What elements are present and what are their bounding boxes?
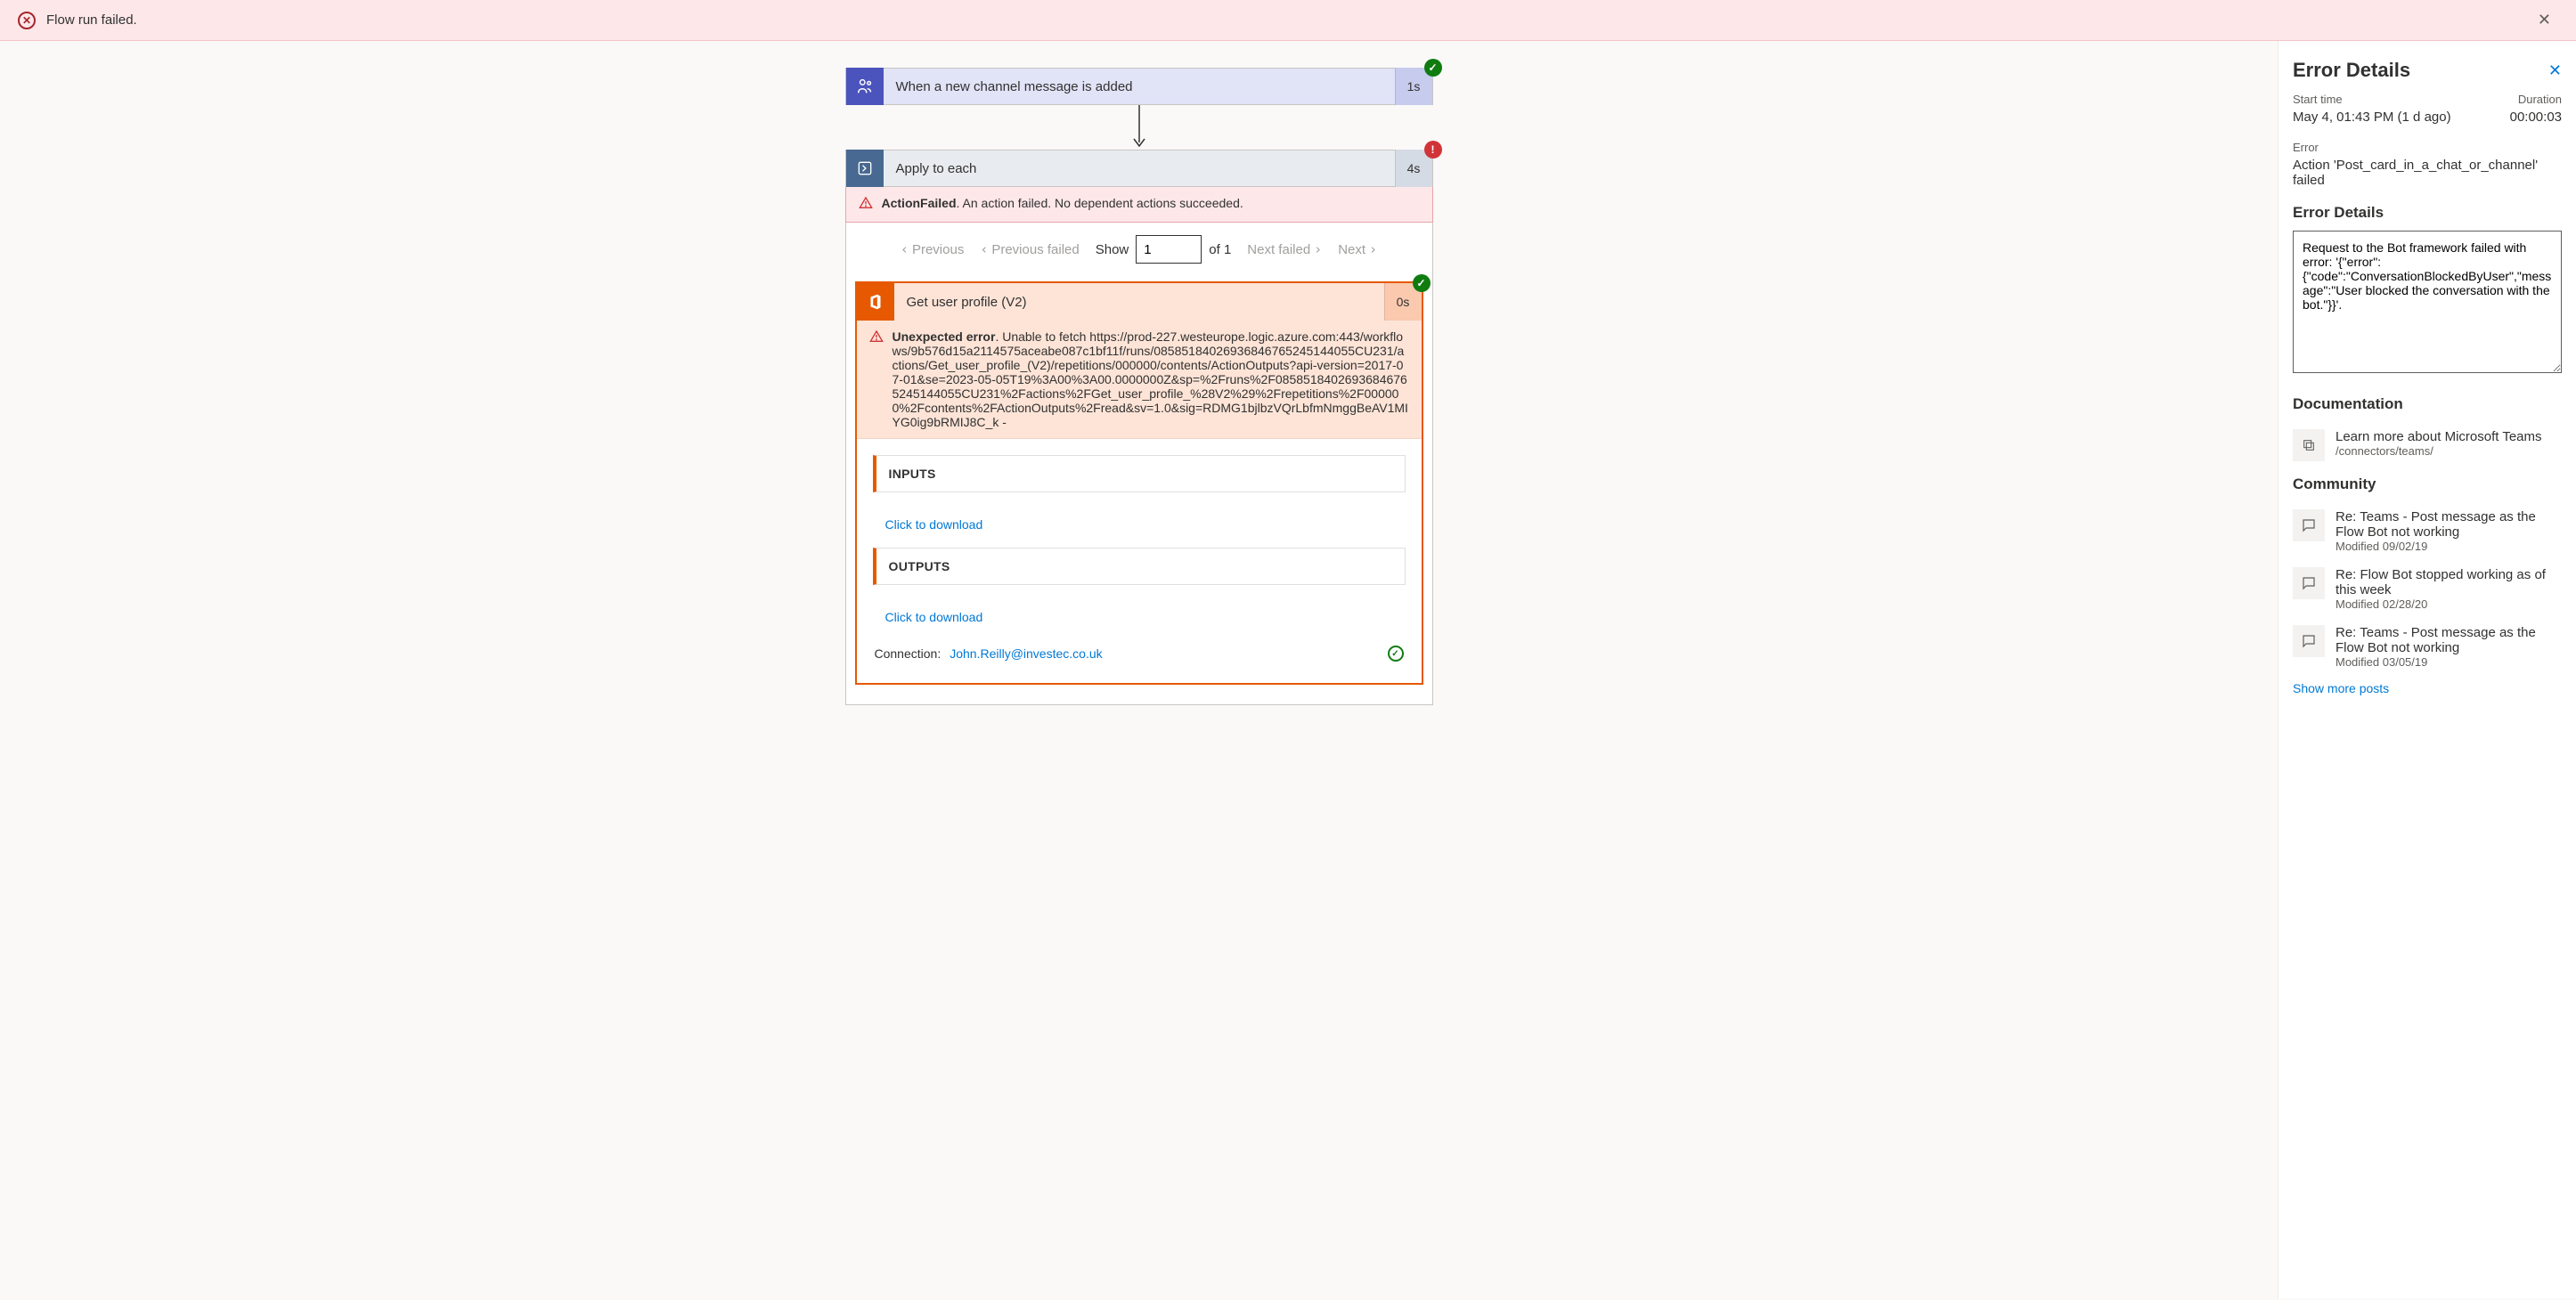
show-label: Show <box>1096 242 1129 257</box>
community-title: Re: Teams - Post message as the Flow Bot… <box>2336 509 2562 540</box>
start-time-value: May 4, 01:43 PM (1 d ago) <box>2293 110 2451 125</box>
trigger-node[interactable]: When a new channel message is added 1s ✓ <box>845 68 1433 105</box>
banner-text: Flow run failed. <box>46 12 2520 28</box>
warning-icon <box>869 329 884 346</box>
connection-link[interactable]: John.Reilly@investec.co.uk <box>950 646 1102 661</box>
connection-label: Connection: <box>875 646 942 661</box>
apply-title: Apply to each <box>884 150 1395 186</box>
duration-label: Duration <box>2518 93 2562 106</box>
previous-button[interactable]: ‹ Previous <box>901 241 964 257</box>
doc-item-sub: /connectors/teams/ <box>2336 444 2542 458</box>
success-badge-icon: ✓ <box>1424 59 1442 77</box>
inner-action-card[interactable]: ✓ Get user profile (V2) 0s <box>855 281 1423 685</box>
flow-canvas: When a new channel message is added 1s ✓ <box>0 41 2278 1298</box>
office-icon <box>857 283 894 321</box>
page-total: of 1 <box>1209 242 1231 257</box>
checkmark-icon: ✓ <box>1388 646 1404 662</box>
documentation-link[interactable]: Learn more about Microsoft Teams /connec… <box>2293 422 2562 468</box>
documentation-heading: Documentation <box>2293 395 2562 413</box>
error-details-panel: Error Details ✕ Start time Duration May … <box>2278 41 2576 1298</box>
panel-title: Error Details <box>2293 59 2410 82</box>
doc-item-title: Learn more about Microsoft Teams <box>2336 429 2542 444</box>
chat-icon <box>2293 567 2325 599</box>
community-post[interactable]: Re: Flow Bot stopped working as of this … <box>2293 560 2562 618</box>
community-heading: Community <box>2293 475 2562 493</box>
warning-icon <box>859 196 873 213</box>
apply-to-each-node[interactable]: Apply to each 4s ! ActionFailed. An acti… <box>845 150 1433 705</box>
inner-action-title: Get user profile (V2) <box>894 283 1384 321</box>
community-sub: Modified 02/28/20 <box>2336 597 2562 611</box>
inputs-box: INPUTS <box>873 455 1406 492</box>
error-banner: ✕ Flow run failed. ✕ <box>0 0 2576 41</box>
error-details-textarea[interactable] <box>2293 231 2562 373</box>
show-more-link[interactable]: Show more posts <box>2293 676 2389 695</box>
error-details-heading: Error Details <box>2293 204 2562 222</box>
action-failed-strip: ActionFailed. An action failed. No depen… <box>845 187 1433 223</box>
connection-row: Connection: John.Reilly@investec.co.uk ✓ <box>873 640 1406 667</box>
error-badge-icon: ! <box>1424 141 1442 158</box>
outputs-box: OUTPUTS <box>873 548 1406 585</box>
error-label: Error <box>2293 141 2562 154</box>
community-title: Re: Flow Bot stopped working as of this … <box>2336 567 2562 597</box>
success-badge-icon: ✓ <box>1413 274 1431 292</box>
outputs-download-link[interactable]: Click to download <box>873 601 1406 624</box>
community-post[interactable]: Re: Teams - Post message as the Flow Bot… <box>2293 502 2562 560</box>
next-failed-button[interactable]: Next failed › <box>1247 241 1322 257</box>
action-failed-text: ActionFailed. An action failed. No depen… <box>882 196 1243 210</box>
error-summary: Action 'Post_card_in_a_chat_or_channel' … <box>2293 158 2562 188</box>
pager-controls: ‹ Previous ‹ Previous failed Show of 1 N… <box>855 235 1423 281</box>
inputs-download-link[interactable]: Click to download <box>873 508 1406 532</box>
community-sub: Modified 09/02/19 <box>2336 540 2562 553</box>
start-time-label: Start time <box>2293 93 2343 106</box>
trigger-title: When a new channel message is added <box>884 69 1395 104</box>
inner-error-text: Unexpected error. Unable to fetch https:… <box>893 329 1409 429</box>
close-icon[interactable]: ✕ <box>2531 11 2558 29</box>
chat-icon <box>2293 625 2325 657</box>
inner-error-strip: Unexpected error. Unable to fetch https:… <box>857 321 1422 438</box>
duration-value: 00:00:03 <box>2510 110 2562 125</box>
inputs-label: INPUTS <box>889 467 1392 481</box>
loop-icon <box>846 150 884 187</box>
iterator-container: ‹ Previous ‹ Previous failed Show of 1 N… <box>845 223 1433 705</box>
previous-failed-button[interactable]: ‹ Previous failed <box>980 241 1079 257</box>
community-title: Re: Teams - Post message as the Flow Bot… <box>2336 625 2562 655</box>
close-icon[interactable]: ✕ <box>2548 61 2562 80</box>
page-input[interactable] <box>1136 235 1202 264</box>
copy-icon <box>2293 429 2325 461</box>
community-post[interactable]: Re: Teams - Post message as the Flow Bot… <box>2293 618 2562 676</box>
outputs-label: OUTPUTS <box>889 559 1392 573</box>
chat-icon <box>2293 509 2325 541</box>
flow-connector <box>18 105 2260 150</box>
teams-icon <box>846 68 884 105</box>
error-circle-icon: ✕ <box>18 12 36 29</box>
community-sub: Modified 03/05/19 <box>2336 655 2562 669</box>
next-button[interactable]: Next › <box>1338 241 1377 257</box>
